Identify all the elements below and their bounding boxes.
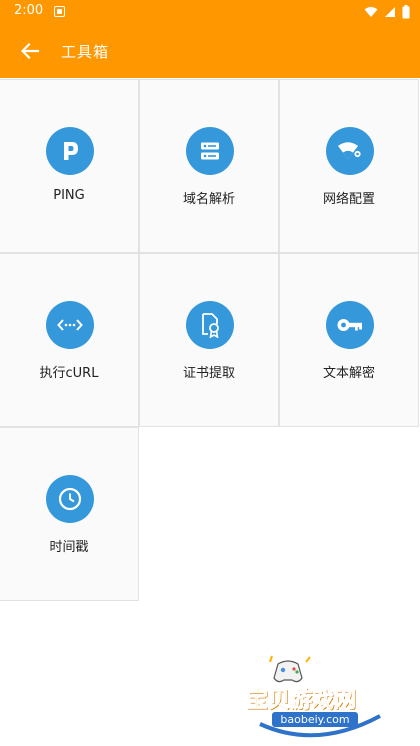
tool-label: PING: [53, 188, 85, 203]
tool-curl[interactable]: 执行cURL: [0, 253, 139, 427]
watermark-title: 宝贝游戏网: [246, 688, 357, 714]
code-brackets-icon: [46, 301, 94, 349]
dns-server-icon: [186, 127, 234, 175]
tool-label: 文本解密: [322, 366, 375, 381]
signal-icon: [385, 7, 395, 17]
page-title: 工具箱: [61, 43, 110, 61]
tool-dns-lookup[interactable]: 域名解析: [139, 79, 279, 253]
back-button[interactable]: [10, 31, 50, 71]
wifi-icon: [364, 7, 378, 17]
tool-label: 证书提取: [182, 366, 235, 381]
tool-cert-extract[interactable]: 证书提取: [139, 253, 279, 427]
tool-ping[interactable]: PING: [0, 79, 139, 253]
tool-network-config[interactable]: 网络配置: [279, 79, 419, 253]
status-icons: [364, 5, 410, 19]
key-icon: [326, 301, 374, 349]
certificate-icon: [186, 301, 234, 349]
clock-icon: [46, 475, 94, 523]
ping-icon: [46, 127, 94, 175]
watermark-url: baobeiy.com: [272, 712, 358, 727]
tool-label: 时间戳: [49, 540, 89, 555]
tool-label: 域名解析: [182, 192, 235, 207]
arrow-back-icon: [20, 42, 40, 60]
site-watermark: 宝贝游戏网 baobeiy.com: [242, 650, 392, 740]
notification-icon: [54, 6, 65, 17]
tool-text-decrypt[interactable]: 文本解密: [279, 253, 419, 427]
battery-icon: [402, 5, 410, 19]
tool-label: 执行cURL: [39, 366, 99, 381]
app-bar: 工具箱: [0, 24, 420, 78]
status-time: 2:00: [14, 3, 44, 18]
tool-label: 网络配置: [322, 192, 375, 207]
wifi-settings-icon: [326, 127, 374, 175]
status-bar: 2:00: [0, 0, 420, 24]
tool-timestamp[interactable]: 时间戳: [0, 427, 139, 601]
